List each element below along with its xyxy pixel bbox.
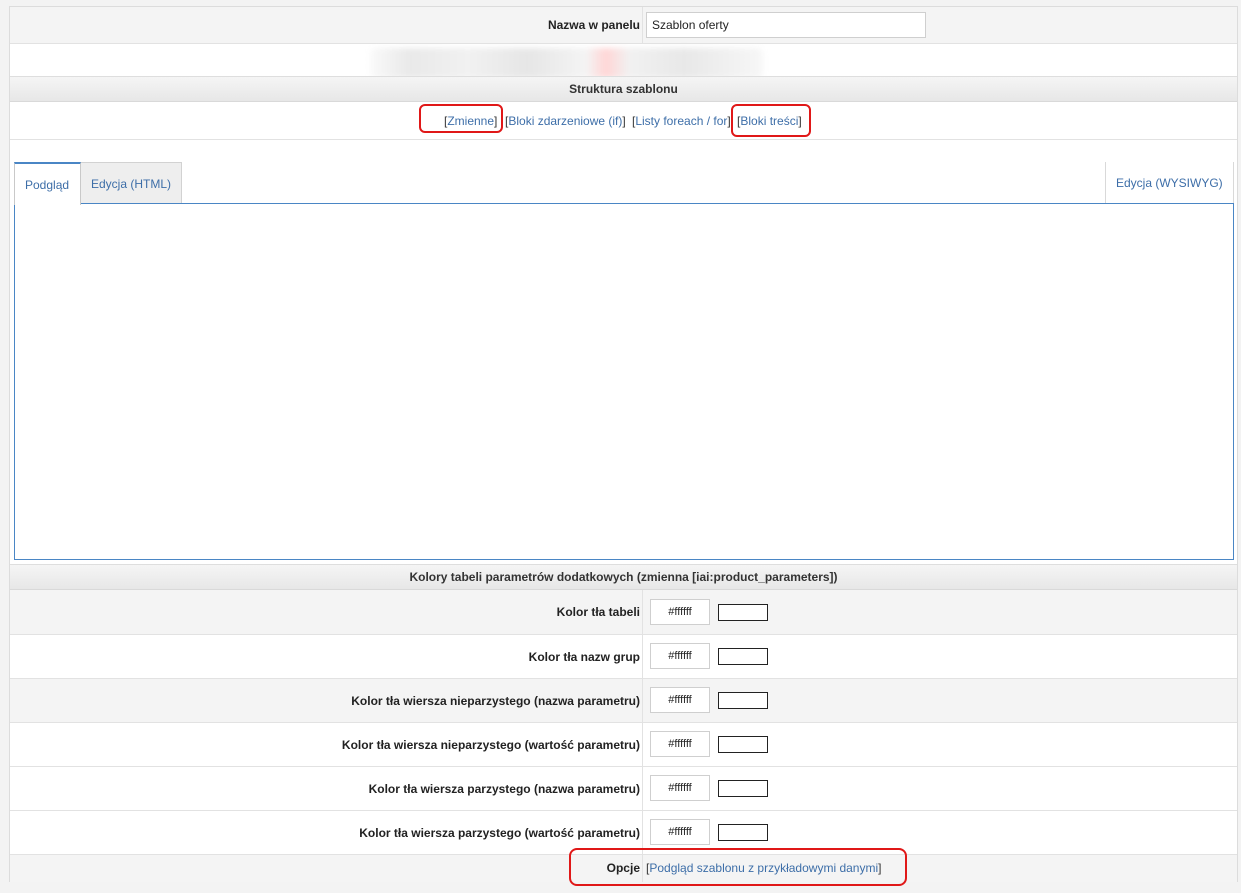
color-swatch-button[interactable] — [718, 780, 768, 797]
tab-edit-wysiwyg[interactable]: Edycja (WYSIWYG) — [1105, 162, 1234, 204]
color-hex-input[interactable]: #ffffff — [650, 819, 710, 845]
color-row-odd-value: Kolor tła wiersza nieparzystego (wartość… — [10, 723, 1237, 767]
color-hex-input[interactable]: #ffffff — [650, 643, 710, 669]
color-row-label: Kolor tła wiersza parzystego (nazwa para… — [368, 782, 640, 796]
redacted-content — [370, 48, 763, 78]
tab-edit-html[interactable]: Edycja (HTML) — [80, 162, 182, 204]
event-blocks-link[interactable]: Bloki zdarzeniowe (if) — [508, 114, 622, 128]
highlight-content-blocks — [731, 104, 811, 137]
color-hex-input[interactable]: #ffffff — [650, 775, 710, 801]
divider — [642, 679, 643, 722]
template-editor-area[interactable] — [14, 203, 1234, 560]
color-row-label: Kolor tła nazw grup — [528, 650, 640, 664]
color-row-table-bg: Kolor tła tabeli #ffffff — [10, 590, 1237, 635]
blurred-row — [10, 44, 1237, 78]
highlight-variables — [419, 104, 503, 133]
template-settings-panel: Nazwa w panelu Struktura szablonu [Zmien… — [9, 6, 1238, 882]
structure-links: [Zmienne] [Bloki zdarzeniowe (if)] [List… — [10, 114, 1237, 136]
color-hex-input[interactable]: #ffffff — [650, 599, 710, 625]
link-event-blocks[interactable]: [Bloki zdarzeniowe (if)] — [505, 114, 626, 128]
colors-header: Kolory tabeli parametrów dodatkowych (zm… — [10, 564, 1237, 590]
divider — [642, 723, 643, 766]
highlight-options — [569, 848, 907, 886]
color-row-group-names: Kolor tła nazw grup #ffffff — [10, 635, 1237, 679]
color-row-odd-name: Kolor tła wiersza nieparzystego (nazwa p… — [10, 679, 1237, 723]
divider — [642, 7, 643, 43]
name-row: Nazwa w panelu — [10, 7, 1237, 44]
editor-tabs: Podgląd Edycja (HTML) Edycja (WYSIWYG) — [14, 162, 1234, 205]
color-swatch-button[interactable] — [718, 692, 768, 709]
color-hex-input[interactable]: #ffffff — [650, 687, 710, 713]
tab-preview[interactable]: Podgląd — [14, 162, 81, 205]
color-row-label: Kolor tła tabeli — [556, 605, 640, 619]
color-row-even-name: Kolor tła wiersza parzystego (nazwa para… — [10, 767, 1237, 811]
panel-name-input[interactable] — [646, 12, 926, 38]
foreach-lists-link[interactable]: Listy foreach / for — [635, 114, 727, 128]
divider — [642, 767, 643, 810]
color-hex-input[interactable]: #ffffff — [650, 731, 710, 757]
link-foreach-lists[interactable]: [Listy foreach / for] — [632, 114, 731, 128]
color-swatch-button[interactable] — [718, 604, 768, 621]
divider — [642, 590, 643, 634]
color-row-label: Kolor tła wiersza nieparzystego (wartość… — [341, 738, 640, 752]
color-row-label: Kolor tła wiersza parzystego (wartość pa… — [359, 826, 640, 840]
structure-header: Struktura szablonu — [10, 76, 1237, 102]
color-swatch-button[interactable] — [718, 824, 768, 841]
divider — [642, 635, 643, 678]
color-row-label: Kolor tła wiersza nieparzystego (nazwa p… — [351, 694, 640, 708]
color-swatch-button[interactable] — [718, 648, 768, 665]
color-swatch-button[interactable] — [718, 736, 768, 753]
name-label: Nazwa w panelu — [547, 18, 640, 32]
